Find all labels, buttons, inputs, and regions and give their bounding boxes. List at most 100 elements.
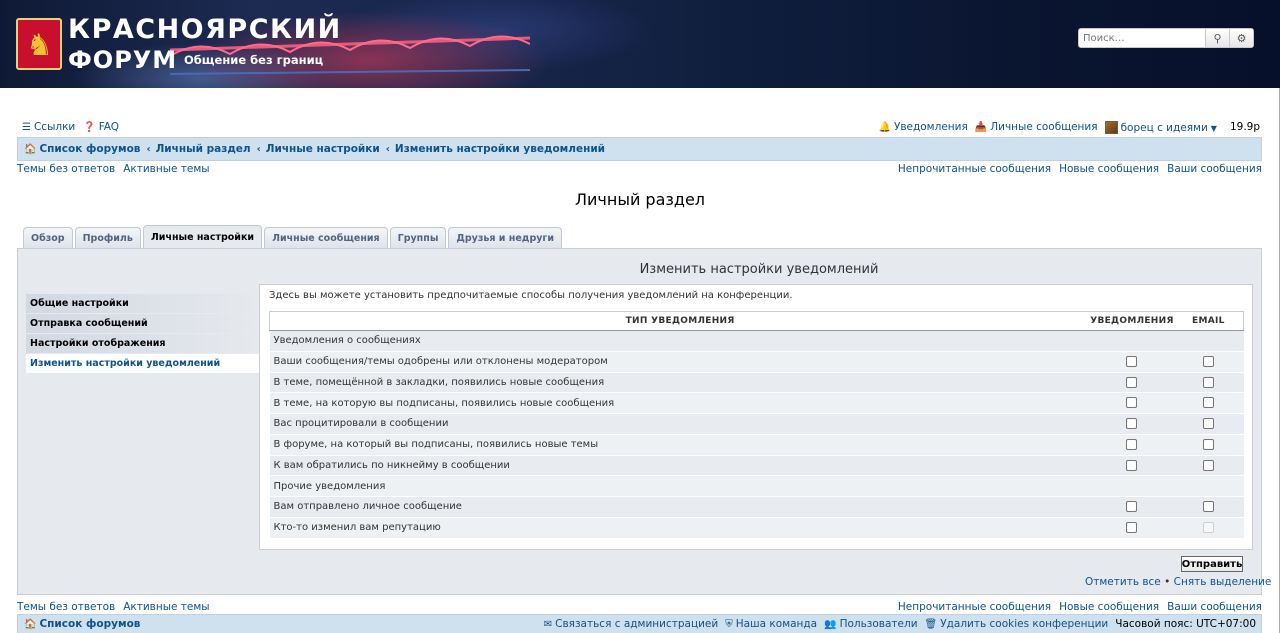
email-checkbox[interactable] (1203, 355, 1215, 367)
contact-admin-link[interactable]: ✉ Связаться с администрацией (544, 618, 718, 630)
notification-type-label: Вам отправлено личное сообщение (269, 496, 1091, 518)
section-title: Изменить настройки уведомлений (639, 262, 879, 277)
shield-icon: ⛨ (725, 619, 733, 630)
private-messages-link[interactable]: 📥 Личные сообщения (975, 121, 1098, 133)
unread-posts-link[interactable]: Непрочитанные сообщения (898, 601, 1051, 615)
notification-type-label: В теме, на которую вы подписаны, появили… (269, 392, 1091, 414)
notifications-link[interactable]: 🔔 Уведомления (879, 121, 968, 133)
krasnoyarsk-emblem-icon[interactable]: ♞ (16, 18, 62, 70)
breadcrumb: 🏠 Список форумов ‹ Личный раздел ‹ Личны… (17, 137, 1262, 161)
home-icon: 🏠 (24, 143, 37, 155)
table-group-row: Прочие уведомления (269, 475, 1244, 497)
unanswered-topics-link[interactable]: Темы без ответов (17, 163, 115, 177)
col-header-type: ТИП УВЕДОМЛЕНИЯ (625, 316, 735, 326)
notify-cell (1090, 413, 1174, 435)
email-cell (1173, 372, 1244, 394)
delete-cookies-link[interactable]: 🗑 Удалить cookies конференции (925, 618, 1109, 630)
group-label: Прочие уведомления (269, 475, 1091, 497)
side-item-display[interactable]: Настройки отображения (26, 334, 259, 353)
col-header-email: EMAIL (1192, 316, 1225, 326)
site-title-line2[interactable]: ФОРУМ (68, 46, 177, 74)
notify-checkbox[interactable] (1126, 397, 1138, 409)
notify-cell (1090, 434, 1174, 456)
email-cell (1173, 455, 1244, 477)
advanced-search-button[interactable]: ⚙ (1229, 29, 1253, 47)
tab-preferences[interactable]: Личные настройки (142, 225, 263, 248)
new-posts-link[interactable]: Новые сообщения (1059, 163, 1159, 177)
quick-links-bottom: Темы без ответов Активные темы Непрочита… (17, 601, 1262, 615)
header-banner: ♞ КРАСНОЯРСКИЙ ФОРУМ Общение без границ … (0, 0, 1280, 88)
active-topics-link[interactable]: Активные темы (123, 163, 209, 177)
notify-checkbox[interactable] (1126, 438, 1138, 450)
search-box: ⚲ ⚙ (1078, 28, 1254, 48)
footer-home-link[interactable]: Список форумов (39, 618, 140, 630)
active-topics-link[interactable]: Активные темы (123, 601, 209, 615)
unanswered-topics-link[interactable]: Темы без ответов (17, 601, 115, 615)
new-posts-link[interactable]: Новые сообщения (1059, 601, 1159, 615)
tab-profile[interactable]: Профиль (74, 227, 141, 248)
top-nav: ☰ Ссылки ❓ FAQ 🔔 Уведомления 📥 Личные сообще… (22, 119, 1260, 135)
home-icon: 🏠 (24, 618, 37, 630)
table-row: Кто-то изменил вам репутацию (269, 517, 1244, 539)
unmark-all-link[interactable]: Снять выделение (1174, 576, 1272, 588)
side-item-posting[interactable]: Отправка сообщений (26, 314, 259, 333)
notify-checkbox[interactable] (1126, 376, 1138, 388)
avatar (1104, 120, 1118, 134)
breadcrumb-notifications[interactable]: Изменить настройки уведомлений (395, 143, 605, 155)
question-icon: ❓ (83, 122, 96, 133)
breadcrumb-separator-icon: ‹ (146, 143, 151, 155)
email-checkbox[interactable] (1203, 376, 1215, 388)
timezone: Часовой пояс: UTC+07:00 (1115, 618, 1256, 630)
notify-checkbox[interactable] (1126, 355, 1138, 367)
quick-links-menu[interactable]: ☰ Ссылки (22, 121, 75, 133)
notification-type-label: Ваши сообщения/темы одобрены или отклоне… (269, 351, 1091, 373)
members-link[interactable]: 👥 Пользователи (824, 618, 917, 630)
notify-checkbox[interactable] (1126, 418, 1138, 430)
hamburger-icon: ☰ (22, 122, 31, 133)
breadcrumb-home[interactable]: Список форумов (39, 143, 140, 155)
email-cell (1173, 475, 1244, 497)
unread-posts-link[interactable]: Непрочитанные сообщения (898, 163, 1051, 177)
email-checkbox[interactable] (1203, 501, 1215, 513)
mark-all-link[interactable]: Отметить все (1085, 576, 1161, 588)
email-checkbox (1203, 521, 1215, 533)
table-row: В теме, помещённой в закладки, появились… (269, 372, 1244, 394)
tab-overview[interactable]: Обзор (23, 227, 73, 248)
email-cell (1173, 330, 1244, 352)
breadcrumb-ucp[interactable]: Личный раздел (156, 143, 251, 155)
notify-checkbox[interactable] (1126, 521, 1138, 533)
email-checkbox[interactable] (1203, 418, 1215, 430)
your-posts-link[interactable]: Ваши сообщения (1167, 601, 1262, 615)
submit-button[interactable]: Отправить (1181, 556, 1243, 572)
breadcrumb-separator-icon: ‹ (256, 143, 261, 155)
notify-checkbox[interactable] (1126, 459, 1138, 471)
breadcrumb-prefs[interactable]: Личные настройки (266, 143, 380, 155)
notify-cell (1090, 372, 1174, 394)
tab-private-messages[interactable]: Личные сообщения (264, 227, 388, 248)
col-header-notify: УВЕДОМЛЕНИЯ (1090, 316, 1174, 326)
notify-cell (1090, 392, 1174, 414)
users-icon: 👥 (824, 619, 837, 630)
site-title-line1[interactable]: КРАСНОЯРСКИЙ (68, 14, 342, 45)
inbox-icon: 📥 (974, 122, 988, 133)
side-item-general[interactable]: Общие настройки (26, 294, 259, 313)
search-button[interactable]: ⚲ (1205, 29, 1229, 47)
tab-groups[interactable]: Группы (389, 227, 447, 248)
page-title: Личный раздел (574, 190, 706, 209)
tab-friends-foes[interactable]: Друзья и недруги (448, 227, 563, 248)
notify-cell (1090, 330, 1174, 352)
group-label: Уведомления о сообщениях (269, 330, 1091, 352)
team-link[interactable]: ⛨ Наша команда (725, 618, 817, 630)
email-cell (1173, 517, 1244, 539)
your-posts-link[interactable]: Ваши сообщения (1167, 163, 1262, 177)
search-icon: ⚲ (1213, 31, 1222, 45)
user-menu[interactable]: борец с идеями ▼ (1104, 120, 1217, 134)
email-checkbox[interactable] (1203, 397, 1215, 409)
side-item-notifications[interactable]: Изменить настройки уведомлений (26, 354, 259, 373)
notify-checkbox[interactable] (1126, 501, 1138, 513)
email-cell (1173, 434, 1244, 456)
email-checkbox[interactable] (1203, 438, 1215, 450)
email-checkbox[interactable] (1203, 459, 1215, 471)
search-input[interactable] (1079, 29, 1205, 47)
faq-link[interactable]: ❓ FAQ (83, 121, 119, 133)
